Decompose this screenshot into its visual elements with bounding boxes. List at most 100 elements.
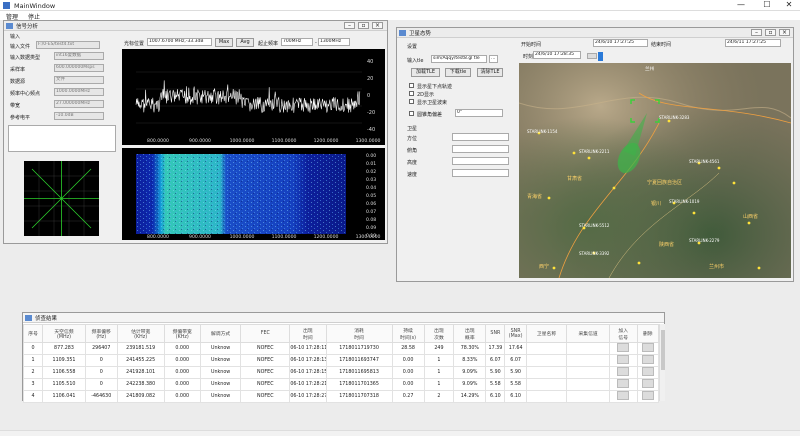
satellite-marker[interactable]	[547, 196, 551, 200]
column-header[interactable]: 估计带宽 (KHz)	[116, 324, 165, 343]
signal-window-titlebar[interactable]: 信号分析 – ▫ ×	[4, 21, 387, 31]
column-header[interactable]: 出现 次数	[423, 324, 455, 343]
column-header[interactable]: 频率偏移 (Hz)	[84, 324, 118, 343]
ref-level-field[interactable]: -10.0dB	[54, 112, 104, 120]
column-header[interactable]: SNR	[485, 324, 506, 343]
waterfall-plot[interactable]: 0.00 0.01 0.02 0.03 0.04 0.05 0.06 0.07 0.08 0.09…	[122, 148, 385, 240]
bandwidth-field[interactable]: 27.000000MHz	[54, 100, 104, 108]
delete-button[interactable]	[641, 379, 654, 388]
map-label: 宁夏回族自治区	[647, 180, 683, 186]
maximize-icon[interactable]: ☐	[756, 0, 778, 11]
satellite-marker[interactable]	[572, 151, 576, 155]
cursor-field[interactable]: 1007.6700 MHz,-33.3dB	[147, 38, 212, 46]
pitch-field[interactable]	[452, 145, 509, 153]
minimize-icon[interactable]: —	[730, 0, 752, 11]
satellite-marker[interactable]	[587, 156, 591, 160]
sample-rate-field[interactable]: 600.000000Msps	[54, 64, 104, 72]
max-button[interactable]: Max	[215, 38, 233, 47]
satellite-map[interactable]: 兰州 STARLINK-3283 STARLINK-1154 STARLINK-…	[519, 63, 791, 278]
column-header[interactable]: 序号	[22, 324, 44, 343]
spectrum-x-tick: 900.0000	[189, 138, 211, 144]
satellite-marker[interactable]	[757, 266, 761, 270]
satellite-marker[interactable]	[637, 261, 641, 265]
azimuth-field[interactable]	[452, 133, 509, 141]
column-header[interactable]: 频偏带宽 (KHz)	[163, 324, 201, 343]
browse-tle-button[interactable]: …	[489, 55, 498, 63]
satellite-marker[interactable]	[732, 181, 736, 185]
avg-button[interactable]: Avg	[236, 38, 254, 47]
clear-tle-button[interactable]: 清除TLE	[477, 68, 503, 77]
table-row[interactable]: 2 1106.558 0 241928.101 0.000 Unknow NOFEC 06-1…	[22, 366, 660, 379]
sub-restore-icon[interactable]: ▫	[358, 22, 369, 29]
sub-minimize-icon[interactable]: –	[751, 29, 762, 36]
spectrum-plot[interactable]: 40 20 0 -20 -40 800.0000 900.0000 1000.0000 110…	[122, 49, 385, 145]
range-end-field[interactable]: 1300MHz	[318, 38, 350, 46]
cone-angle-field[interactable]: 0°	[455, 109, 503, 117]
ground-track-checkbox[interactable]	[409, 83, 414, 88]
table-cell: 6.10	[504, 390, 527, 403]
beam-checkbox[interactable]	[409, 99, 414, 104]
satellite-marker[interactable]	[747, 221, 751, 225]
results-window-titlebar[interactable]: 侦查结果	[23, 313, 664, 323]
column-header[interactable]: 删除	[636, 324, 660, 343]
table-row[interactable]: 4 1106.041 -464630 241809.082 0.000 Unknow NOF…	[22, 390, 660, 403]
column-header[interactable]: 消耗 时间	[325, 324, 393, 343]
altitude-field[interactable]	[452, 157, 509, 165]
satellite-window-titlebar[interactable]: 卫星态势 – ▫ ×	[397, 28, 793, 38]
column-header[interactable]: 解调方式	[199, 324, 242, 343]
column-header[interactable]: 加入 信号	[608, 324, 638, 343]
delete-button[interactable]	[641, 355, 654, 364]
sub-close-icon[interactable]: ×	[372, 22, 383, 29]
delete-button[interactable]	[641, 367, 654, 376]
sub-minimize-icon[interactable]: –	[344, 22, 355, 29]
delete-button[interactable]	[641, 343, 654, 352]
satellite-marker[interactable]	[667, 119, 671, 123]
status-bar	[0, 430, 800, 436]
column-header[interactable]: 采集信道	[566, 324, 610, 343]
delete-button[interactable]	[641, 391, 654, 400]
satellite-marker[interactable]	[717, 166, 721, 170]
satellite-marker[interactable]	[612, 186, 616, 190]
column-header[interactable]: 卫星名称	[525, 324, 568, 343]
input-file-field[interactable]: F:/0-ES/test4.txt	[36, 41, 100, 49]
add-signal-button[interactable]	[617, 343, 630, 352]
log-textbox[interactable]	[8, 125, 116, 152]
2d-display-checkbox[interactable]	[409, 91, 414, 96]
column-header[interactable]: 持续 时间(s)	[391, 324, 425, 343]
scrollbar-thumb[interactable]	[661, 330, 665, 370]
add-signal-button[interactable]	[617, 379, 630, 388]
table-row[interactable]: 3 1105.510 0 242238.380 0.000 Unknow NOFEC 06-1…	[22, 378, 660, 391]
start-time-field[interactable]: 24/6/10 17:27:25	[593, 39, 648, 47]
table-row[interactable]: 0 877.283 296407 239181.519 0.000 Unknow NOFEC…	[22, 342, 660, 355]
datasource-select[interactable]: 文件	[54, 76, 104, 84]
add-signal-button[interactable]	[617, 355, 630, 364]
time-field[interactable]: 24/6/10 17:28:35	[533, 51, 581, 59]
time-slider-track[interactable]	[587, 53, 597, 59]
download-tle-button[interactable]: 下载tle	[445, 68, 471, 77]
time-slider-handle[interactable]	[598, 52, 603, 61]
column-header[interactable]: 天空信频 (MHz)	[42, 324, 86, 343]
close-icon[interactable]: ✕	[778, 0, 800, 11]
satellite-marker[interactable]	[692, 211, 696, 215]
speed-field[interactable]	[452, 169, 509, 177]
add-signal-button[interactable]	[617, 367, 630, 376]
column-header[interactable]: 出现 概率	[453, 324, 487, 343]
load-tle-button[interactable]: 加载TLE	[411, 68, 440, 77]
satellite-marker[interactable]	[552, 266, 556, 270]
results-scrollbar[interactable]	[659, 324, 665, 401]
range-start-field[interactable]: 700MHz	[281, 38, 313, 46]
column-header[interactable]: FEC	[240, 324, 291, 343]
table-cell: 6.07	[504, 354, 527, 367]
table-row[interactable]: 1 1109.351 0 241455.225 0.000 Unknow NOFEC 06-1…	[22, 354, 660, 367]
column-header[interactable]: SNR (Max)	[504, 324, 527, 343]
input-type-select[interactable]: int16复数据	[54, 52, 104, 60]
sub-close-icon[interactable]: ×	[779, 29, 790, 36]
center-freq-field[interactable]: 1000.0000MHz	[54, 88, 104, 96]
end-time-field[interactable]: 24/6/11 17:27:25	[725, 39, 781, 47]
table-cell: 14.29%	[453, 390, 487, 403]
input-tle-field[interactable]: sim/Aqqy/test8.gl tle	[431, 55, 487, 63]
sub-restore-icon[interactable]: ▫	[765, 29, 776, 36]
cone-checkbox[interactable]	[409, 111, 414, 116]
add-signal-button[interactable]	[617, 391, 630, 400]
column-header[interactable]: 出现 时间	[289, 324, 327, 343]
